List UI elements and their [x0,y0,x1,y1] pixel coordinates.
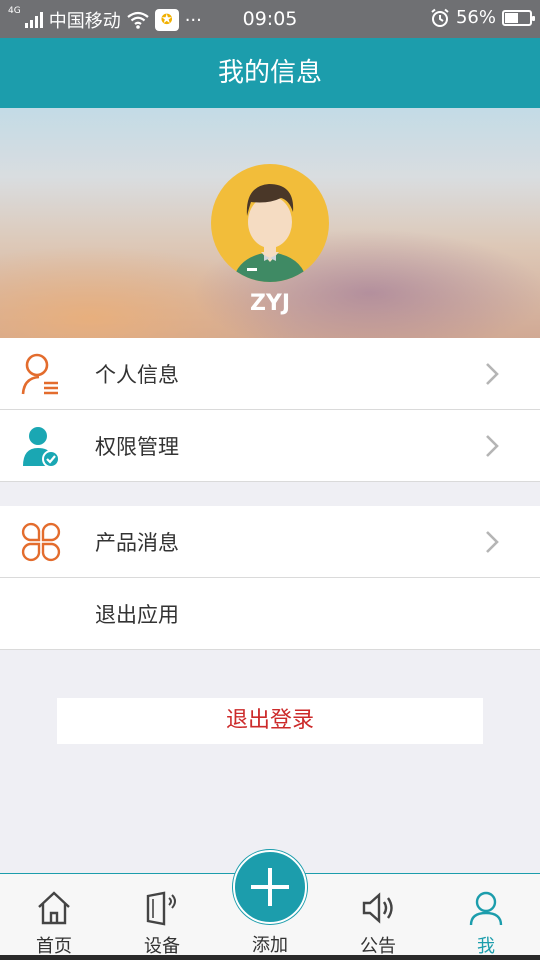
chevron-right-icon [486,531,499,553]
menu-item-product-news[interactable]: 产品消息 [0,506,540,578]
add-label: 添加 [252,935,288,956]
menu-item-label: 个人信息 [95,362,179,387]
user-check-icon [23,427,60,468]
menu-item-personal-info[interactable]: 个人信息 [0,338,540,410]
tab-notice[interactable]: 公告 [324,874,432,960]
menu-item-label: 权限管理 [95,434,179,459]
alarm-icon [431,8,449,27]
speaker-icon [362,892,393,924]
menu-group-1: 个人信息 权限管理 [0,338,540,482]
chevron-right-icon [486,363,499,385]
tab-me[interactable]: 我 [432,874,540,960]
logout-button[interactable]: 退出登录 [57,698,483,744]
chevron-right-icon [486,435,499,457]
page-title: 我的信息 [217,58,322,88]
avatar-person-icon [233,184,307,282]
avatar[interactable] [211,164,329,282]
menu-group-2: 产品消息 退出应用 [0,506,540,650]
status-bar: 4G 中国移动 ✪ ··· 09:05 56% [0,0,540,38]
menu-item-permission[interactable]: 权限管理 [0,410,540,482]
battery-icon [502,9,535,26]
status-right: 56% [430,7,535,28]
plus-icon [251,868,289,906]
tab-devices[interactable]: 设备 [108,874,216,960]
menu-item-label: 产品消息 [95,530,179,555]
battery-percent: 56% [455,7,496,28]
tab-home[interactable]: 首页 [0,874,108,960]
battery-fill [505,12,519,23]
four-petal-icon [21,522,61,562]
device-icon [146,891,176,926]
nav-bar: 我的信息 [0,38,540,108]
person-icon [469,891,503,926]
bottom-edge [0,955,540,960]
person-list-icon [21,353,58,395]
menu-item-label: 退出应用 [95,602,179,627]
home-icon [38,891,70,925]
profile-header: ZYJ [0,108,540,338]
menu-item-exit-app[interactable]: 退出应用 [0,578,540,650]
username: ZYJ [249,291,291,316]
add-button[interactable] [233,850,307,924]
